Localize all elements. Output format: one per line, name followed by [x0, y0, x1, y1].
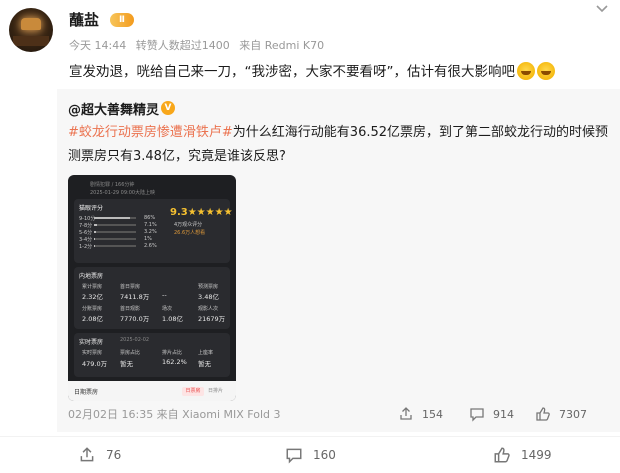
laugh-cry-emoji-icon — [537, 62, 555, 80]
box-label: 场次 — [162, 306, 173, 312]
daily-card: 实时票房 2025-02-02 实时票房 479.0万 票房占比 暂无 排片占比… — [74, 333, 230, 377]
box-title: 内地票房 — [79, 273, 104, 280]
repost-share-count: 154 — [422, 407, 443, 421]
box-value: 1.08亿 — [162, 315, 183, 323]
vip-badge-icon[interactable]: Ⅱ — [110, 13, 134, 27]
box-label: 首日观影 — [120, 306, 141, 312]
rating-title: 猫眼评分 — [79, 205, 104, 212]
like-icon — [494, 447, 510, 463]
hashtag-link[interactable]: #蛟龙行动票房惨遭滑铁卢# — [68, 125, 233, 140]
bottom-label: 日期票房 — [74, 389, 99, 396]
post-time[interactable]: 今天 14:44 — [69, 39, 126, 52]
repost-image[interactable]: 剧情犯罪 / 166分钟 2025-01-29 09:00大陆上映 猫眼评分 9… — [68, 175, 236, 401]
like-icon — [536, 407, 550, 421]
star-bar — [94, 217, 136, 219]
image-bottom-bar: 日期票房 日票房 日排片 — [68, 381, 236, 401]
bottom-pill: 日票房 — [182, 387, 204, 396]
box-value: 2.32亿 — [82, 293, 103, 301]
box-value: 21679万 — [198, 315, 226, 323]
box-office-card: 内地票房 累计票房 2.32亿 首日票房 7411.8万 -- 预测票房 3.4… — [74, 267, 230, 329]
star-pct: 86% — [144, 215, 156, 221]
box-value: 7411.8万 — [120, 293, 150, 301]
comment-button[interactable]: 160 — [285, 446, 336, 464]
star-bar — [94, 245, 136, 247]
daily-value: 479.0万 — [82, 360, 108, 368]
star-label: 1-2分 — [79, 244, 93, 250]
box-value: 3.48亿 — [198, 293, 219, 301]
comment-icon — [286, 448, 302, 464]
weibo-post: 蘸盐 Ⅱ 今天 14:44 转赞人数超过1400 来自 Redmi K70 宣发… — [0, 0, 620, 473]
share-count: 76 — [106, 448, 122, 462]
daily-label: 实时票房 — [82, 350, 103, 356]
verified-icon: V — [161, 101, 175, 115]
star-bar — [94, 231, 136, 233]
post-source: 来自 Redmi K70 — [239, 39, 325, 52]
daily-value: 暂无 — [198, 360, 211, 368]
comment-count: 160 — [313, 448, 336, 462]
repost-share-button[interactable]: 154 — [398, 406, 443, 422]
repost-card[interactable]: @超大善舞精灵 V #蛟龙行动票房惨遭滑铁卢#为什么红海行动能有36.52亿票房… — [57, 89, 620, 432]
repost-like-count: 7307 — [559, 407, 587, 421]
daily-title: 实时票房 — [79, 339, 104, 346]
image-header-date: 2025-01-29 09:00大陆上映 — [90, 190, 156, 196]
repost-comment-button[interactable]: 914 — [469, 406, 514, 422]
rating-rank: 26.6万人想看 — [174, 230, 206, 236]
like-count: 1499 — [521, 448, 552, 462]
daily-value: 暂无 — [120, 360, 133, 368]
share-icon — [400, 407, 412, 420]
rating-sub: 4万观众评分 — [174, 222, 203, 228]
star-pct: 7.1% — [144, 222, 157, 228]
bottom-pill-2: 日排片 — [208, 388, 224, 394]
box-value: 2.08亿 — [82, 315, 103, 323]
like-button[interactable]: 1499 — [493, 446, 552, 464]
daily-label: 上座率 — [198, 350, 214, 356]
repost-meta[interactable]: 02月02日 16:35 来自 Xiaomi MIX Fold 3 — [68, 406, 280, 422]
box-label: 分账票房 — [82, 306, 103, 312]
star-label: 9-10分 — [79, 216, 96, 222]
repost-count-text: 转赞人数超过1400 — [135, 39, 230, 52]
daily-label: 票房占比 — [120, 350, 141, 356]
star-label: 5-6分 — [79, 230, 93, 236]
star-bar — [94, 238, 136, 240]
star-pct: 2.6% — [144, 243, 157, 249]
post-text: 宣发劝退，咣给自己来一刀，“我涉密，大家不要看呀”，估计有很大影响吧 — [69, 60, 555, 80]
repost-comment-count: 914 — [493, 407, 514, 421]
rating-card: 猫眼评分 9.3★★★★★ 4万观众评分 26.6万人想看 9-10分 86% … — [74, 199, 233, 263]
repost-text: #蛟龙行动票房惨遭滑铁卢#为什么红海行动能有36.52亿票房，到了第二部蛟龙行动… — [68, 125, 609, 164]
more-icon[interactable] — [594, 3, 610, 15]
daily-value: 162.2% — [162, 358, 187, 366]
username[interactable]: 蘸盐 — [69, 9, 99, 30]
image-header-left: 剧情犯罪 / 166分钟 — [90, 182, 135, 188]
star-bar — [94, 224, 136, 226]
repost-like-button[interactable]: 7307 — [535, 406, 587, 422]
laugh-cry-emoji-icon — [517, 62, 535, 80]
avatar[interactable] — [9, 8, 53, 52]
box-label: 累计票房 — [82, 284, 103, 290]
share-button[interactable]: 76 — [78, 446, 121, 464]
divider — [0, 436, 620, 437]
share-icon — [80, 447, 94, 462]
comment-icon — [470, 408, 484, 422]
star-pct: 1% — [144, 236, 152, 242]
daily-label: 排片占比 — [162, 350, 183, 356]
post-meta: 今天 14:44 转赞人数超过1400 来自 Redmi K70 — [69, 37, 330, 53]
box-value: 7770.0万 — [120, 315, 150, 323]
star-pct: 3.2% — [144, 229, 157, 235]
daily-date: 2025-02-02 — [120, 337, 150, 343]
rating-score: 9.3★★★★★ — [170, 207, 233, 218]
star-label: 3-4分 — [79, 237, 93, 243]
box-label: 预测票房 — [198, 284, 219, 290]
repost-username[interactable]: @超大善舞精灵 — [68, 99, 159, 118]
box-label: 观影人次 — [198, 306, 219, 312]
star-label: 7-8分 — [79, 223, 93, 229]
box-label: 首日票房 — [120, 284, 141, 290]
box-value: -- — [162, 291, 167, 299]
